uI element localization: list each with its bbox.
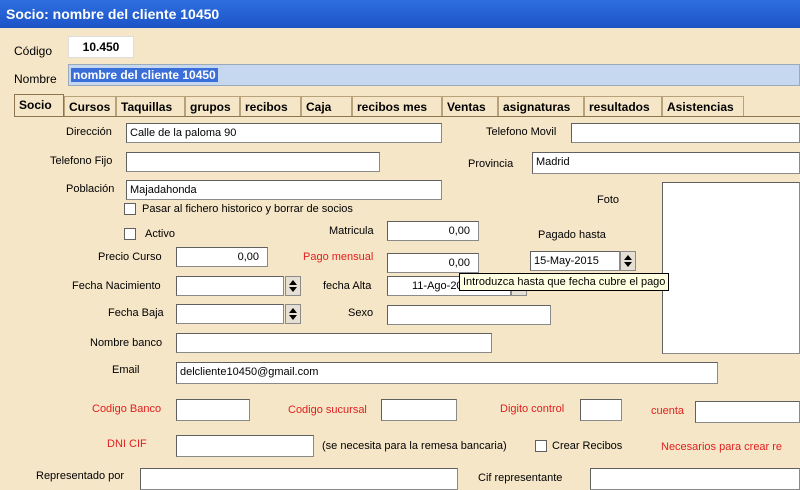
telefono-fijo-label: Telefono Fijo	[50, 155, 113, 167]
telefono-fijo-field[interactable]	[126, 152, 380, 172]
pagado-hasta-spinner[interactable]	[620, 251, 636, 271]
tab-socio[interactable]: Socio	[14, 94, 64, 116]
fecha-alta-label: fecha Alta	[323, 280, 372, 292]
historico-label: Pasar al fichero historico y borrar de s…	[142, 203, 353, 215]
nombre-selected-text: nombre del cliente 10450	[71, 68, 218, 82]
pagado-hasta-label: Pagado hasta	[538, 229, 606, 241]
tab-ventas[interactable]: Ventas	[442, 96, 498, 116]
sexo-label: Sexo	[348, 307, 374, 319]
telefono-movil-label: Telefono Movil	[486, 126, 557, 138]
historico-checkbox[interactable]	[124, 203, 136, 215]
cuenta-field[interactable]	[695, 401, 800, 423]
spin-down-icon[interactable]	[289, 315, 297, 320]
crear-recibos-checkbox[interactable]	[535, 440, 547, 452]
cif-representante-label: Cif representante	[478, 472, 563, 484]
precio-curso-label: Precio Curso	[98, 251, 162, 263]
fecha-baja-label: Fecha Baja	[108, 307, 164, 319]
cif-representante-field[interactable]	[590, 468, 800, 490]
tab-caja[interactable]: Caja	[301, 96, 352, 116]
activo-checkbox[interactable]	[124, 228, 136, 240]
tab-bar: Socio Cursos Taquillas grupos recibos Ca…	[14, 94, 744, 116]
codigo-label: Código	[14, 44, 53, 58]
telefono-movil-field[interactable]	[571, 123, 800, 143]
representado-field[interactable]	[140, 468, 458, 490]
tab-resultados[interactable]: resultados	[584, 96, 662, 116]
codigo-banco-field[interactable]	[176, 399, 250, 421]
representado-label: Representado por	[36, 470, 125, 482]
activo-label: Activo	[145, 228, 175, 240]
precio-curso-field[interactable]: 0,00	[176, 247, 268, 267]
provincia-label: Provincia	[468, 158, 514, 170]
remesa-note: (se necesita para la remesa bancaria)	[322, 440, 507, 452]
direccion-label: Dirección	[66, 126, 112, 138]
window-title: Socio: nombre del cliente 10450	[0, 0, 800, 28]
foto-label: Foto	[597, 194, 620, 206]
poblacion-field[interactable]: Majadahonda	[126, 180, 442, 200]
nombre-label: Nombre	[14, 72, 57, 86]
fecha-nacimiento-field[interactable]	[176, 276, 284, 296]
crear-recibos-label: Crear Recibos	[552, 440, 623, 452]
dni-cif-field[interactable]	[176, 435, 314, 457]
digito-control-label: Digito control	[500, 403, 565, 415]
foto-box[interactable]	[662, 182, 800, 354]
spin-up-icon[interactable]	[289, 308, 297, 313]
fecha-nacimiento-spinner[interactable]	[285, 276, 301, 296]
codigo-field[interactable]: 10.450	[68, 36, 134, 58]
spin-up-icon[interactable]	[289, 280, 297, 285]
pagado-hasta-tooltip: Introduzca hasta que fecha cubre el pago	[459, 273, 670, 291]
codigo-banco-label: Codigo Banco	[92, 403, 162, 415]
nombre-banco-label: Nombre banco	[90, 337, 163, 349]
fecha-baja-spinner[interactable]	[285, 304, 301, 324]
pago-mensual-field[interactable]: 0,00	[387, 253, 479, 273]
matricula-label: Matricula	[329, 225, 374, 237]
pagado-hasta-field[interactable]: 15-May-2015	[530, 251, 620, 271]
sexo-field[interactable]	[387, 305, 551, 325]
nombre-field[interactable]: nombre del cliente 10450	[68, 64, 800, 86]
email-label: Email	[112, 364, 140, 376]
dni-cif-label: DNI CIF	[107, 438, 147, 450]
tab-recibos[interactable]: recibos	[240, 96, 301, 116]
codigo-sucursal-field[interactable]	[381, 399, 457, 421]
matricula-field[interactable]: 0,00	[387, 221, 479, 241]
email-field[interactable]: delcliente10450@gmail.com	[176, 362, 718, 384]
nombre-banco-field[interactable]	[176, 333, 492, 353]
tab-panel-border	[14, 116, 800, 117]
digito-control-field[interactable]	[580, 399, 622, 421]
spin-down-icon[interactable]	[289, 287, 297, 292]
direccion-field[interactable]: Calle de la paloma 90	[126, 123, 442, 143]
fecha-baja-field[interactable]	[176, 304, 284, 324]
pago-mensual-label: Pago mensual	[303, 251, 374, 263]
tab-taquillas[interactable]: Taquillas	[116, 96, 185, 116]
provincia-field[interactable]: Madrid	[532, 152, 800, 174]
cuenta-label: cuenta	[651, 405, 685, 417]
spin-up-icon[interactable]	[624, 255, 632, 260]
poblacion-label: Población	[66, 183, 115, 195]
tab-recibos-mes[interactable]: recibos mes	[352, 96, 442, 116]
tab-cursos[interactable]: Cursos	[64, 96, 116, 116]
tab-asistencias[interactable]: Asistencias	[662, 96, 744, 116]
spin-down-icon[interactable]	[624, 262, 632, 267]
fecha-nacimiento-label: Fecha Nacimiento	[72, 280, 161, 292]
necesarios-note: Necesarios para crear re	[661, 441, 783, 453]
tab-asignaturas[interactable]: asignaturas	[498, 96, 584, 116]
codigo-sucursal-label: Codigo sucursal	[288, 404, 367, 416]
tab-grupos[interactable]: grupos	[185, 96, 240, 116]
